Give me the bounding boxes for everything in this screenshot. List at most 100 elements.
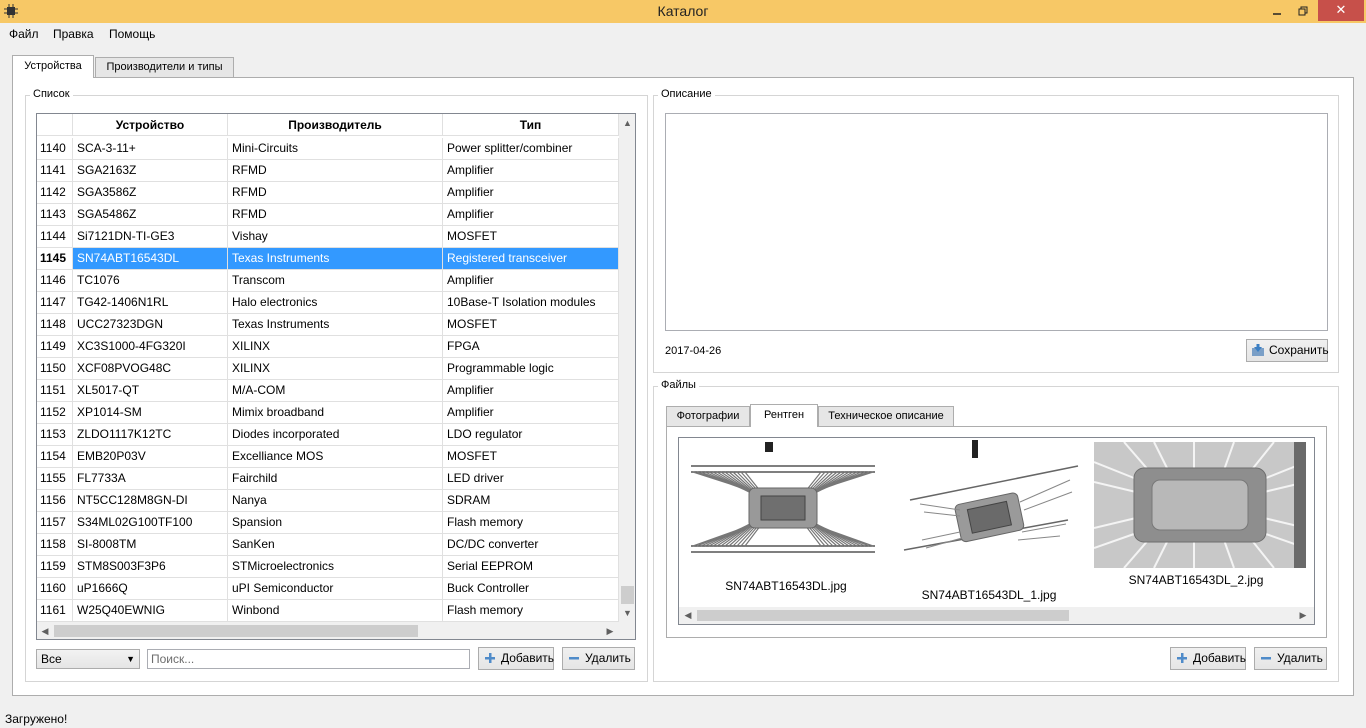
table-row[interactable]: 1143 SGA5486Z RFMD Amplifier (37, 204, 619, 226)
type-cell[interactable]: MOSFET (443, 446, 619, 468)
type-cell[interactable]: Programmable logic (443, 358, 619, 380)
device-cell[interactable]: XP1014-SM (73, 402, 228, 424)
device-cell[interactable]: SGA2163Z (73, 160, 228, 182)
manufacturer-cell[interactable]: Fairchild (228, 468, 443, 490)
type-cell[interactable]: Flash memory (443, 512, 619, 534)
add-device-button[interactable]: Добавить (478, 647, 554, 670)
manufacturer-cell[interactable]: Excelliance MOS (228, 446, 443, 468)
table-row[interactable]: 1158 SI-8008TM SanKen DC/DC converter (37, 534, 619, 556)
scroll-down-icon[interactable]: ▼ (619, 608, 635, 618)
table-row[interactable]: 1144 Si7121DN-TI-GE3 Vishay MOSFET (37, 226, 619, 248)
filter-combo[interactable]: Все ▼ (36, 649, 140, 669)
device-cell[interactable]: UCC27323DGN (73, 314, 228, 336)
tab-xray[interactable]: Рентген (750, 404, 818, 427)
manufacturer-cell[interactable]: RFMD (228, 160, 443, 182)
scroll-right-icon[interactable]: ▶ (605, 626, 615, 637)
type-cell[interactable]: FPGA (443, 336, 619, 358)
scroll-up-icon[interactable]: ▲ (619, 118, 635, 128)
manufacturer-cell[interactable]: Texas Instruments (228, 248, 443, 270)
manufacturer-cell[interactable]: M/A-COM (228, 380, 443, 402)
device-cell[interactable]: TG42-1406N1RL (73, 292, 228, 314)
tab-manufacturers-types[interactable]: Производители и типы (95, 57, 234, 77)
manufacturer-cell[interactable]: uPI Semiconductor (228, 578, 443, 600)
close-button[interactable]: ✕ (1318, 0, 1364, 21)
manufacturer-cell[interactable]: XILINX (228, 336, 443, 358)
scroll-right-icon[interactable]: ▶ (1298, 610, 1308, 621)
device-cell[interactable]: EMB20P03V (73, 446, 228, 468)
type-cell[interactable]: MOSFET (443, 314, 619, 336)
type-cell[interactable]: Amplifier (443, 160, 619, 182)
table-row[interactable]: 1157 S34ML02G100TF100 Spansion Flash memory (37, 512, 619, 534)
device-cell[interactable]: SCA-3-11+ (73, 138, 228, 160)
xray-thumbnail-list[interactable]: SN74ABT16543DL.jpg SN74ABT16543DL_1.jpg … (678, 437, 1315, 625)
tab-devices[interactable]: Устройства (12, 55, 94, 78)
device-cell[interactable]: S34ML02G100TF100 (73, 512, 228, 534)
delete-device-button[interactable]: Удалить (562, 647, 635, 670)
manufacturer-cell[interactable]: SanKen (228, 534, 443, 556)
thumbnails-horizontal-scrollbar[interactable]: ◀ ▶ (679, 607, 1314, 624)
restore-button[interactable] (1290, 0, 1316, 21)
manufacturer-cell[interactable]: STMicroelectronics (228, 556, 443, 578)
scroll-left-icon[interactable]: ◀ (40, 626, 50, 637)
device-cell[interactable]: TC1076 (73, 270, 228, 292)
tab-photos[interactable]: Фотографии (666, 406, 750, 426)
device-cell[interactable]: XCF08PVOG48C (73, 358, 228, 380)
manufacturer-cell[interactable]: Vishay (228, 226, 443, 248)
type-cell[interactable]: LDO regulator (443, 424, 619, 446)
vertical-scroll-thumb[interactable] (621, 586, 634, 604)
devices-table[interactable]: Устройство Производитель Тип 1140 SCA-3-1… (36, 113, 636, 640)
column-header-type[interactable]: Тип (443, 114, 619, 136)
type-cell[interactable]: LED driver (443, 468, 619, 490)
manufacturer-cell[interactable]: Transcom (228, 270, 443, 292)
device-cell[interactable]: FL7733A (73, 468, 228, 490)
table-row[interactable]: 1145 SN74ABT16543DL Texas Instruments Regis… (37, 248, 619, 270)
xray-image-thumbnail[interactable] (900, 440, 1082, 586)
device-cell[interactable]: SGA5486Z (73, 204, 228, 226)
description-text[interactable] (665, 113, 1328, 331)
device-cell[interactable]: NT5CC128M8GN-DI (73, 490, 228, 512)
table-row[interactable]: 1153 ZLDO1117K12TC Diodes incorporated LDO … (37, 424, 619, 446)
menu-edit[interactable]: Правка (53, 27, 94, 41)
minimize-button[interactable] (1264, 0, 1290, 21)
type-cell[interactable]: Amplifier (443, 402, 619, 424)
device-cell[interactable]: W25Q40EWNIG (73, 600, 228, 622)
device-cell[interactable]: ZLDO1117K12TC (73, 424, 228, 446)
type-cell[interactable]: DC/DC converter (443, 534, 619, 556)
menu-file[interactable]: Файл (9, 27, 39, 41)
table-row[interactable]: 1160 uP1666Q uPI Semiconductor Buck Control… (37, 578, 619, 600)
table-row[interactable]: 1140 SCA-3-11+ Mini-Circuits Power splitter… (37, 138, 619, 160)
device-cell[interactable]: XC3S1000-4FG320I (73, 336, 228, 358)
manufacturer-cell[interactable]: XILINX (228, 358, 443, 380)
menu-help[interactable]: Помощь (109, 27, 155, 41)
manufacturer-cell[interactable]: Spansion (228, 512, 443, 534)
column-header-manufacturer[interactable]: Производитель (228, 114, 443, 136)
table-horizontal-scrollbar[interactable]: ◀ ▶ (37, 622, 635, 639)
save-description-button[interactable]: Сохранить (1246, 339, 1329, 362)
delete-file-button[interactable]: Удалить (1254, 647, 1327, 670)
type-cell[interactable]: Amplifier (443, 182, 619, 204)
device-cell[interactable]: uP1666Q (73, 578, 228, 600)
table-vertical-scrollbar[interactable]: ▲ ▼ (619, 114, 635, 622)
manufacturer-cell[interactable]: Halo electronics (228, 292, 443, 314)
xray-image-thumbnail[interactable] (687, 442, 879, 574)
table-row[interactable]: 1151 XL5017-QT M/A-COM Amplifier (37, 380, 619, 402)
table-row[interactable]: 1152 XP1014-SM Mimix broadband Amplifier (37, 402, 619, 424)
manufacturer-cell[interactable]: Texas Instruments (228, 314, 443, 336)
type-cell[interactable]: SDRAM (443, 490, 619, 512)
table-row[interactable]: 1161 W25Q40EWNIG Winbond Flash memory (37, 600, 619, 622)
manufacturer-cell[interactable]: RFMD (228, 204, 443, 226)
table-row[interactable]: 1147 TG42-1406N1RL Halo electronics 10Base-… (37, 292, 619, 314)
type-cell[interactable]: Flash memory (443, 600, 619, 622)
device-cell[interactable]: SGA3586Z (73, 182, 228, 204)
manufacturer-cell[interactable]: Diodes incorporated (228, 424, 443, 446)
manufacturer-cell[interactable]: Nanya (228, 490, 443, 512)
table-row[interactable]: 1159 STM8S003F3P6 STMicroelectronics Serial… (37, 556, 619, 578)
device-cell[interactable]: Si7121DN-TI-GE3 (73, 226, 228, 248)
table-row[interactable]: 1146 TC1076 Transcom Amplifier (37, 270, 619, 292)
manufacturer-cell[interactable]: Winbond (228, 600, 443, 622)
xray-image-thumbnail[interactable] (1094, 442, 1306, 568)
table-row[interactable]: 1150 XCF08PVOG48C XILINX Programmable logic (37, 358, 619, 380)
device-cell[interactable]: SN74ABT16543DL (73, 248, 228, 270)
type-cell[interactable]: Power splitter/combiner (443, 138, 619, 160)
thumbnails-scroll-thumb[interactable] (697, 610, 1069, 621)
